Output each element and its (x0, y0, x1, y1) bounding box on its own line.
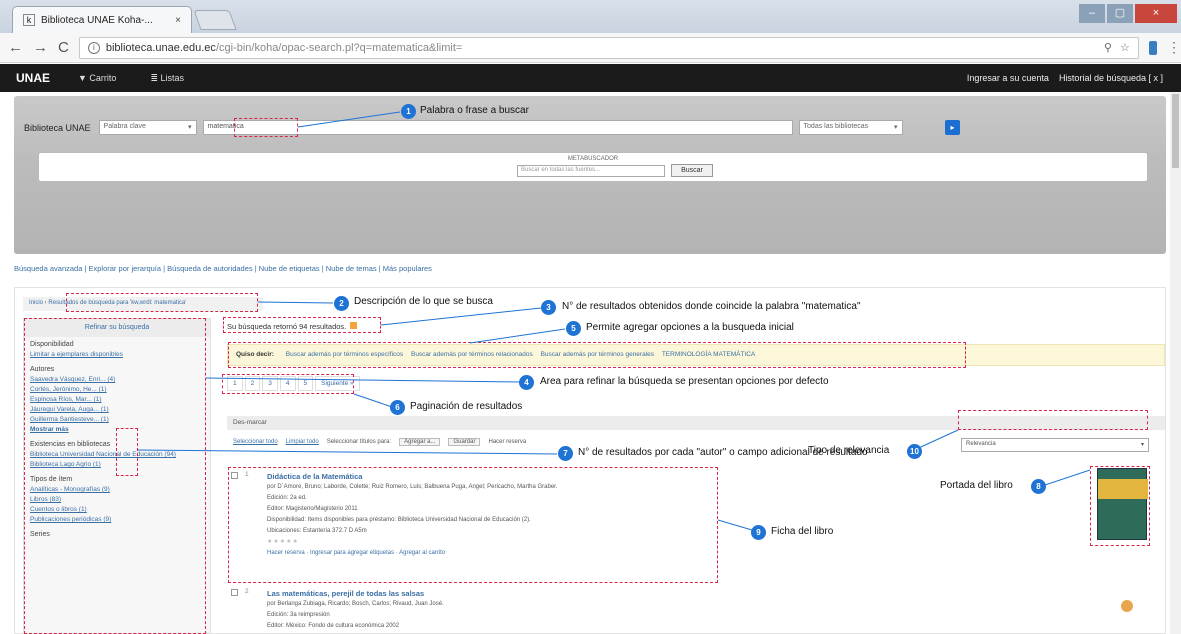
browser-toolbar: ← → C i biblioteca.unae.edu.ec /cgi-bin/… (0, 33, 1181, 63)
annotation-text-1: Palabra o frase a buscar (420, 105, 529, 116)
tab-close-icon[interactable]: × (175, 15, 181, 26)
tab-title: Biblioteca UNAE Koha-... (41, 14, 153, 26)
secondary-links[interactable]: Búsqueda avanzada | Explorar por jerarqu… (14, 264, 432, 273)
annotation-text-10: Tipo de relevancia (808, 445, 890, 456)
zoom-icon[interactable]: ⚲ (1104, 41, 1112, 54)
annotation-marker-1: 1 (401, 104, 416, 119)
lists-button[interactable]: ≣ Listas (150, 73, 184, 84)
deselect-link[interactable]: Des-marcar (233, 419, 267, 426)
annotation-box-count (223, 317, 381, 333)
library-select[interactable]: Todas las bibliotecas ▾ (798, 120, 903, 135)
annotation-box-breadcrumb (66, 293, 258, 312)
forward-button[interactable]: → (33, 39, 48, 56)
url-path: /cgi-bin/koha/opac-search.pl?q=matematic… (215, 41, 463, 54)
annotation-marker-2: 2 (334, 296, 349, 311)
reload-button[interactable]: C (58, 39, 69, 56)
annotation-box-record (228, 467, 718, 583)
annotation-text-8: Portada del libro (940, 480, 1013, 491)
annotation-marker-4: 4 (519, 375, 534, 390)
browser-tab[interactable]: k Biblioteca UNAE Koha-... × (12, 6, 192, 33)
annotation-box-search (234, 118, 298, 137)
chevron-down-icon: ▾ (1140, 442, 1144, 448)
new-tab-button[interactable] (193, 10, 237, 30)
annotation-marker-3: 3 (541, 300, 556, 315)
search-button[interactable]: ▸ (945, 120, 960, 135)
record-authors: por Berlanga Zubiaga, Ricardo; Bosch, Ca… (267, 601, 444, 607)
select-label: Seleccionar títulos para: (326, 439, 392, 445)
annotation-box-cover (1090, 466, 1150, 546)
annotation-text-4: Area para refinar la búsqueda se present… (540, 376, 829, 387)
chevron-down-icon: ▾ (894, 124, 898, 131)
annotation-text-5: Permite agregar opciones a la busqueda i… (586, 322, 794, 333)
record-title-link[interactable]: Las matemáticas, perejil de todas las sa… (267, 588, 717, 599)
metasearch-input[interactable]: Buscar en todas las fuentes... (517, 165, 665, 177)
annotation-text-6: Paginación de resultados (410, 401, 523, 412)
add-to-select[interactable]: Agregar a... (399, 438, 441, 446)
search-field-select[interactable]: Palabra clave ▾ (98, 120, 197, 135)
metasearch-title: METABUSCADOR (567, 156, 619, 162)
close-window-button[interactable]: × (1135, 4, 1177, 23)
record-edition: Edición: 3a reimpresión (267, 612, 330, 618)
annotation-marker-9: 9 (751, 525, 766, 540)
annotation-marker-6: 6 (390, 400, 405, 415)
menu-icon[interactable]: ⋮ (1167, 39, 1181, 56)
metasearch-bar: METABUSCADOR Buscar en todas las fuentes… (38, 152, 1148, 182)
annotation-marker-10: 10 (907, 444, 922, 459)
annotation-box-facet-counts (116, 428, 138, 476)
info-icon[interactable]: i (87, 41, 100, 54)
annotation-text-9: Ficha del libro (771, 526, 834, 537)
address-bar[interactable]: i biblioteca.unae.edu.ec /cgi-bin/koha/o… (78, 36, 1139, 59)
login-link[interactable]: Ingresar a su cuenta (967, 73, 1049, 83)
save-button[interactable]: Guardar (448, 438, 481, 446)
annotation-marker-5: 5 (566, 321, 581, 336)
favicon-icon: k (23, 14, 35, 26)
annotation-box-didyoumean (228, 342, 966, 368)
search-panel: Biblioteca UNAE Palabra clave ▾ matematic… (14, 96, 1166, 254)
clear-all-link[interactable]: Limpiar todo (286, 439, 319, 445)
relevance-select[interactable]: Relevancia ▾ (961, 438, 1149, 452)
browser-titlebar: k Biblioteca UNAE Koha-... × – ▢ × (0, 0, 1181, 33)
annotation-marker-7: 7 (558, 446, 573, 461)
maximize-button[interactable]: ▢ (1107, 4, 1133, 23)
back-button[interactable]: ← (8, 39, 23, 56)
hold-link[interactable]: Hacer reserva (488, 439, 526, 445)
annotation-box-relevance (958, 410, 1148, 430)
annotation-box-facets (24, 318, 206, 634)
annotation-marker-8: 8 (1031, 479, 1046, 494)
minimize-button[interactable]: – (1079, 4, 1105, 23)
library-label: Biblioteca UNAE (24, 122, 91, 133)
chevron-down-icon: ▾ (188, 124, 192, 131)
annotation-text-3: N° de resultados obtenidos donde coincid… (562, 301, 861, 312)
record-checkbox[interactable] (231, 589, 238, 596)
star-icon[interactable]: ☆ (1120, 41, 1130, 54)
book-cover[interactable] (1107, 588, 1147, 628)
annotation-box-pagination (222, 374, 354, 394)
extension-icon[interactable] (1148, 40, 1157, 55)
select-all-link[interactable]: Seleccionar todo (233, 439, 278, 445)
scrollbar-thumb[interactable] (1172, 94, 1179, 168)
cart-button[interactable]: ▼ Carrito (78, 73, 116, 83)
opac-navbar: UNAE ▼ Carrito ≣ Listas Ingresar a su cu… (0, 64, 1181, 92)
page-scrollbar[interactable] (1170, 92, 1181, 634)
brand-logo[interactable]: UNAE (16, 71, 50, 85)
result-record: 2 Las matemáticas, perejil de todas las … (231, 588, 725, 632)
search-history-link[interactable]: Historial de búsqueda [ x ] (1059, 73, 1163, 83)
record-publisher: Editor: México: Fondo de cultura económi… (267, 623, 400, 629)
metasearch-button[interactable]: Buscar (671, 164, 713, 177)
url-host: biblioteca.unae.edu.ec (105, 41, 216, 54)
annotation-text-2: Descripción de lo que se busca (354, 296, 493, 307)
record-number: 2 (245, 588, 249, 595)
window-controls: – ▢ × (1079, 4, 1177, 23)
breadcrumb-home[interactable]: Inicio (29, 300, 43, 306)
